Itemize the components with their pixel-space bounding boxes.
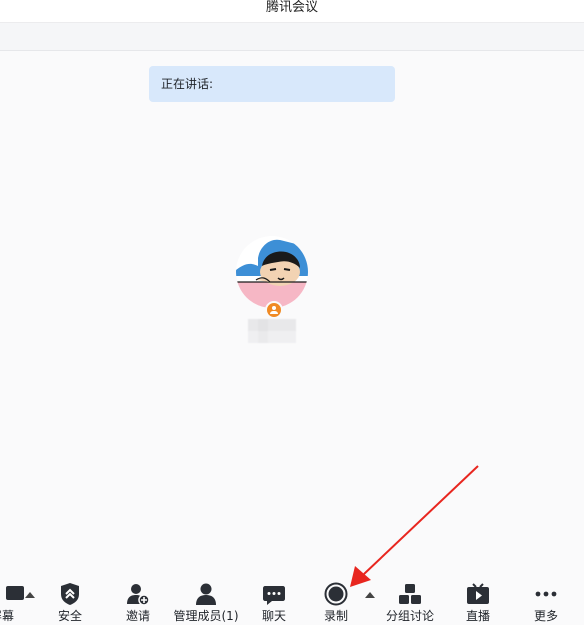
- more-label: 更多: [533, 609, 558, 623]
- speaking-indicator: 正在讲话:: [149, 66, 395, 102]
- chat-button[interactable]: 聊天: [252, 572, 296, 625]
- invite-button[interactable]: 邀请: [116, 572, 160, 625]
- share-screen-label: 屏幕: [0, 609, 15, 623]
- share-screen-options-caret[interactable]: [25, 592, 35, 598]
- more-button[interactable]: 更多: [524, 572, 568, 625]
- manage-members-button[interactable]: 管理成员(1): [172, 572, 240, 625]
- chat-icon: [263, 586, 285, 605]
- participant-avatar: [236, 236, 308, 308]
- more-icon: [535, 591, 557, 597]
- security-label: 安全: [57, 609, 82, 623]
- security-button[interactable]: 安全: [48, 572, 92, 625]
- invite-label: 邀请: [125, 609, 150, 623]
- invite-user-icon: [127, 584, 150, 606]
- chat-label: 聊天: [261, 609, 286, 623]
- breakout-rooms-label: 分组讨论: [385, 609, 434, 623]
- window-title: 腾讯会议: [0, 0, 584, 23]
- record-icon: [324, 582, 348, 606]
- shield-icon: [61, 583, 79, 605]
- speaking-label: 正在讲话:: [161, 77, 214, 91]
- record-button[interactable]: 录制: [314, 572, 358, 625]
- record-label: 录制: [323, 609, 348, 623]
- manage-members-label: 管理成员(1): [173, 609, 239, 623]
- members-icon: [196, 583, 216, 605]
- meeting-info-bar: [0, 23, 584, 51]
- record-options-caret[interactable]: [365, 592, 375, 598]
- live-stream-button[interactable]: 直播: [456, 572, 500, 625]
- share-screen-button[interactable]: 屏幕: [0, 572, 24, 625]
- breakout-rooms-icon: [399, 584, 421, 604]
- breakout-rooms-button[interactable]: 分组讨论: [384, 572, 436, 625]
- participant-name-blurred: [248, 319, 296, 343]
- live-stream-label: 直播: [465, 609, 490, 623]
- live-stream-icon: [467, 583, 489, 604]
- meeting-toolbar: 屏幕 安全 邀请 管理成员(1) 聊天: [0, 572, 584, 625]
- host-badge-icon: [265, 301, 283, 319]
